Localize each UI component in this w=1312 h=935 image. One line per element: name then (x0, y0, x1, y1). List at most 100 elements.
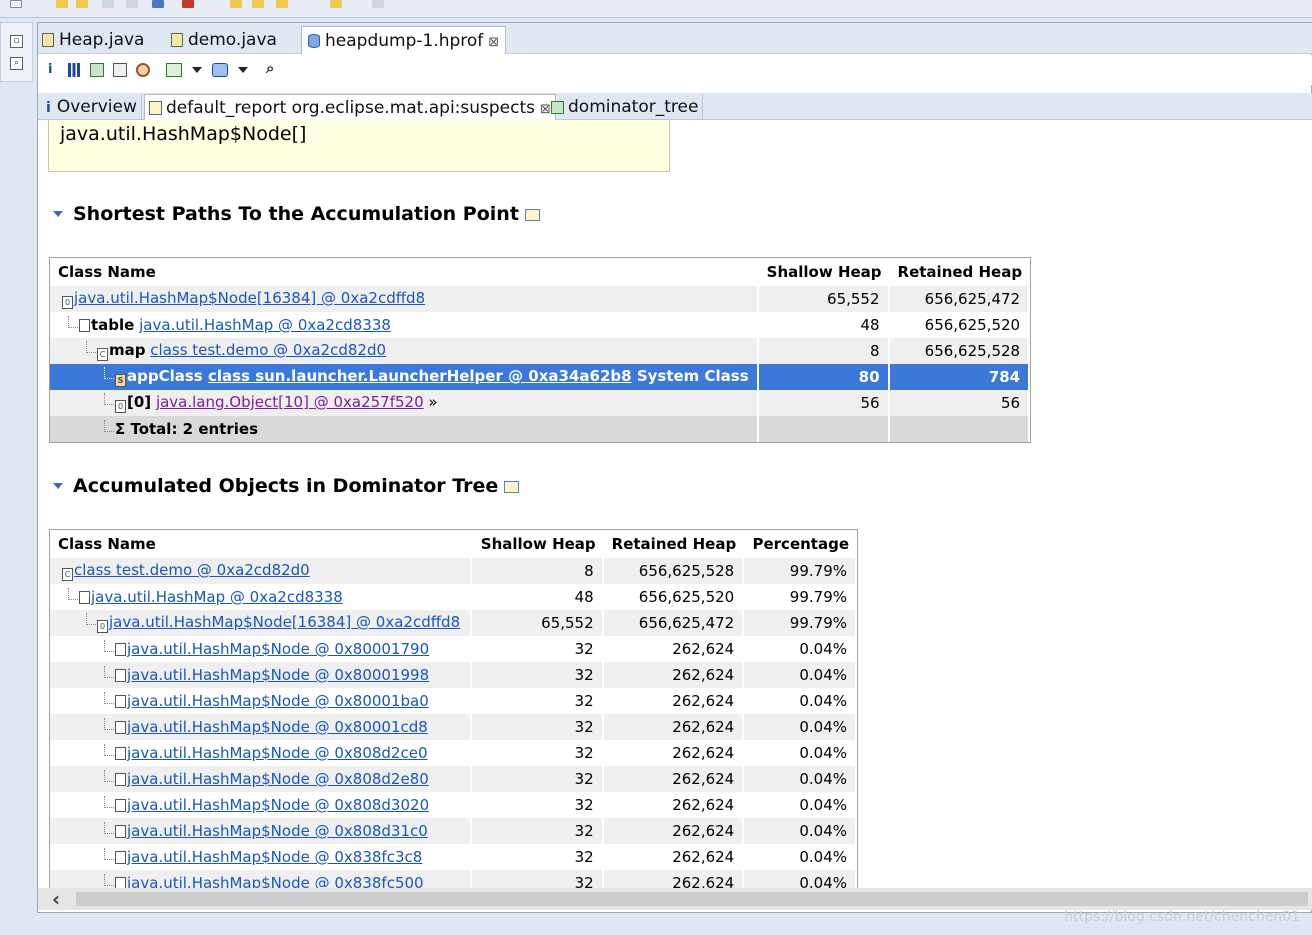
object-link[interactable]: java.util.HashMap$Node @ 0x808d31c0 (127, 822, 428, 840)
object-link[interactable]: java.util.HashMap$Node @ 0x80001998 (127, 666, 429, 684)
section-shortest-paths[interactable]: Shortest Paths To the Accumulation Point (53, 203, 540, 225)
collapse-triangle-icon[interactable] (53, 211, 63, 217)
table-row[interactable]: java.util.HashMap$Node @ 0x838fc3c8 32 262… (50, 844, 857, 870)
object-link[interactable]: java.util.HashMap$Node @ 0x80001ba0 (127, 692, 429, 710)
total-shallow (758, 416, 890, 442)
oql-icon[interactable] (113, 63, 127, 77)
column-header-shallow-heap[interactable]: Shallow Heap (758, 258, 890, 286)
table-row[interactable]: java.util.HashMap$Node @ 0x80001998 32 262… (50, 662, 857, 688)
retained-heap-value: 262,624 (603, 844, 745, 870)
object-link[interactable]: class test.demo @ 0xa2cd82d0 (74, 561, 310, 579)
table-row[interactable]: java.util.HashMap$Node @ 0x80001cd8 32 262… (50, 714, 857, 740)
run-report-icon[interactable] (166, 63, 182, 77)
chevron-down-icon[interactable] (238, 67, 248, 73)
gear-icon[interactable] (136, 63, 150, 77)
table-row[interactable]: Cclass test.demo @ 0xa2cd82d0 8 656,625,52… (50, 558, 857, 584)
field-name: table (91, 316, 135, 334)
table-row[interactable]: 0 java.util.HashMap$Node[16384] @ 0xa2cdf… (50, 610, 857, 636)
dominator-tree-icon[interactable] (90, 63, 104, 77)
column-header-percentage[interactable]: Percentage (744, 530, 857, 558)
object-link[interactable]: java.util.HashMap$Node[16384] @ 0xa2cdff… (74, 289, 425, 307)
info-icon[interactable]: i (48, 63, 52, 77)
table-row-selected[interactable]: SappClass class sun.launcher.LauncherHel… (50, 364, 1031, 390)
expand-more-icon[interactable]: » (428, 393, 437, 411)
minimized-views-strip: ▫ ⌕ (0, 22, 33, 82)
debug-icon[interactable] (182, 0, 194, 8)
table-row[interactable]: Cmap class test.demo @ 0xa2cd82d0 8 656,… (50, 338, 1031, 364)
new-file-icon[interactable] (10, 0, 22, 8)
table-row[interactable]: java.util.HashMap$Node @ 0x808d3020 32 262… (50, 792, 857, 818)
table-row[interactable]: java.util.HashMap$Node @ 0x838fc500 32 262… (50, 870, 857, 888)
object-link[interactable]: java.util.HashMap @ 0xa2cd8338 (91, 588, 343, 606)
chevron-down-icon[interactable] (192, 67, 202, 73)
object-link[interactable]: java.util.HashMap$Node @ 0x80001cd8 (127, 718, 428, 736)
column-header-shallow-heap[interactable]: Shallow Heap (472, 530, 604, 558)
folder-icon[interactable] (230, 0, 242, 8)
percentage-value: 0.04% (744, 740, 857, 766)
forward-arrow-icon[interactable] (372, 0, 384, 8)
table-row[interactable]: 0 java.util.HashMap$Node[16384] @ 0xa2cdf… (50, 286, 1031, 312)
object-link[interactable]: java.util.HashMap$Node @ 0x80001790 (127, 640, 429, 658)
tab-overview[interactable]: i Overview (42, 94, 142, 120)
lightning-icon[interactable] (276, 0, 288, 8)
section-title: Shortest Paths To the Accumulation Point (73, 203, 519, 225)
table-row[interactable]: java.util.HashMap @ 0xa2cd8338 48 656,625,… (50, 584, 857, 610)
tree-guide (104, 874, 114, 886)
shallow-heap-value: 8 (472, 558, 604, 584)
object-link[interactable]: java.util.HashMap$Node @ 0x838fc3c8 (127, 848, 422, 866)
horizontal-scrollbar[interactable]: ‹ (38, 888, 1312, 910)
table-row[interactable]: java.util.HashMap$Node @ 0x808d2ce0 32 262… (50, 740, 857, 766)
table-row[interactable]: 0 [0] java.lang.Object[10] @ 0xa257f520 »… (50, 390, 1031, 416)
folder-open-icon[interactable] (252, 0, 264, 8)
column-header-retained-heap[interactable]: Retained Heap (889, 258, 1031, 286)
object-icon (115, 825, 126, 838)
retained-heap-value: 262,624 (603, 688, 745, 714)
table-row[interactable]: java.util.HashMap$Node @ 0x808d2e80 32 262… (50, 766, 857, 792)
collapse-triangle-icon[interactable] (53, 483, 63, 489)
object-link[interactable]: java.util.HashMap$Node[16384] @ 0xa2cdff… (109, 613, 460, 631)
restore-icon[interactable]: ▫ (10, 35, 23, 48)
object-link[interactable]: class test.demo @ 0xa2cd82d0 (150, 341, 386, 359)
section-accumulated-objects[interactable]: Accumulated Objects in Dominator Tree (53, 475, 520, 497)
tab-heap-java[interactable]: Heap.java (42, 26, 144, 54)
table-row[interactable]: table java.util.HashMap @ 0xa2cd8338 48 … (50, 312, 1031, 338)
back-arrow-icon[interactable] (330, 0, 342, 8)
object-link[interactable]: java.util.HashMap$Node @ 0x808d3020 (127, 796, 429, 814)
inspector-icon[interactable]: ⌕ (10, 57, 23, 70)
object-link[interactable]: class sun.launcher.LauncherHelper @ 0xa3… (208, 367, 632, 385)
table-row[interactable]: java.util.HashMap$Node @ 0x80001790 32 262… (50, 636, 857, 662)
object-link[interactable]: java.util.HashMap$Node @ 0x808d2e80 (127, 770, 429, 788)
query-icon[interactable] (524, 209, 540, 221)
table-row[interactable]: java.util.HashMap$Node @ 0x80001ba0 32 262… (50, 688, 857, 714)
query-icon[interactable] (504, 481, 520, 493)
tab-dominator-tree[interactable]: dominator_tree (547, 94, 704, 120)
query-browser-icon[interactable] (212, 63, 228, 77)
scroll-left-icon[interactable]: ‹ (52, 888, 60, 910)
open-folder-icon[interactable] (56, 0, 68, 8)
tab-heapdump-hprof[interactable]: heapdump-1.hprof ⊠ (301, 26, 507, 54)
shallow-heap-value: 65,552 (758, 286, 890, 312)
scrollbar-thumb[interactable] (76, 892, 1308, 906)
column-header-retained-heap[interactable]: Retained Heap (603, 530, 745, 558)
close-icon[interactable]: ⊠ (488, 35, 499, 50)
histogram-icon[interactable] (68, 63, 80, 77)
percentage-value: 0.04% (744, 870, 857, 888)
java-file-icon (171, 33, 183, 47)
print-icon[interactable] (126, 0, 138, 8)
table-row[interactable]: java.util.HashMap$Node @ 0x808d31c0 32 262… (50, 818, 857, 844)
object-link[interactable]: java.util.HashMap$Node @ 0x808d2ce0 (127, 744, 428, 762)
save-all-icon[interactable] (102, 0, 114, 8)
terminal-icon[interactable] (152, 0, 164, 8)
object-link[interactable]: java.util.HashMap @ 0xa2cd8338 (139, 316, 391, 334)
object-link[interactable]: java.util.HashMap$Node @ 0x838fc500 (127, 874, 424, 888)
java-file-icon (42, 33, 54, 47)
tree-guide (68, 316, 78, 328)
tab-demo-java[interactable]: demo.java (171, 26, 277, 54)
column-header-class-name[interactable]: Class Name (50, 530, 473, 558)
save-icon[interactable] (76, 0, 88, 8)
tree-guide (86, 341, 96, 353)
column-header-class-name[interactable]: Class Name (50, 258, 759, 286)
search-icon[interactable]: ⌕ (266, 61, 274, 76)
tab-default-report[interactable]: default_report org.eclipse.mat.api:suspe… (144, 94, 556, 120)
object-link[interactable]: java.lang.Object[10] @ 0xa257f520 (156, 393, 424, 411)
